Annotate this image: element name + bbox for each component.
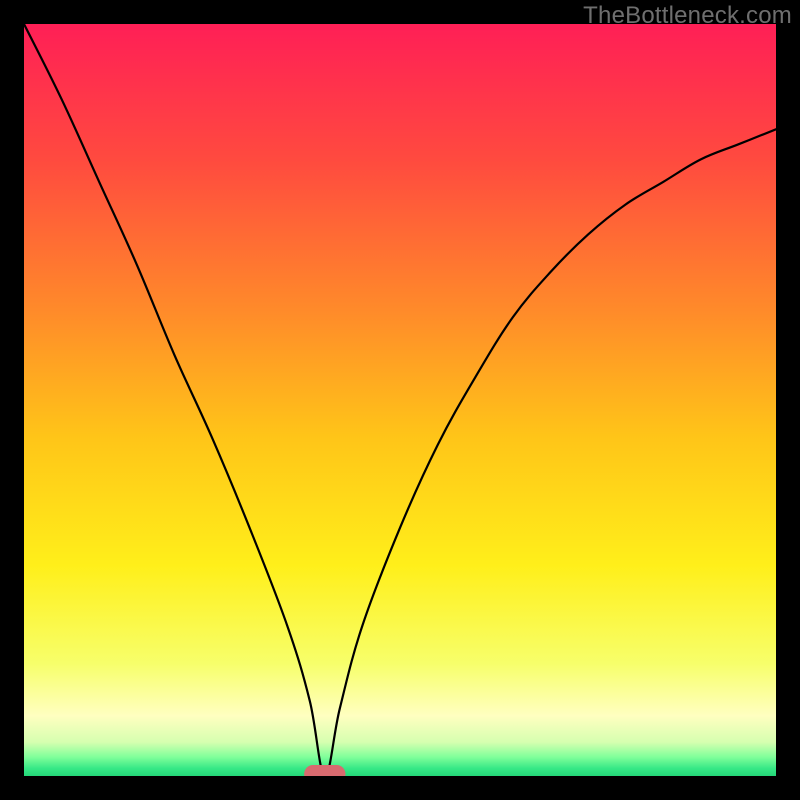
- min-marker: [304, 765, 345, 776]
- chart-plot: [24, 24, 776, 776]
- watermark-text: TheBottleneck.com: [583, 2, 792, 30]
- chart-frame: [24, 24, 776, 776]
- plot-background: [24, 24, 776, 776]
